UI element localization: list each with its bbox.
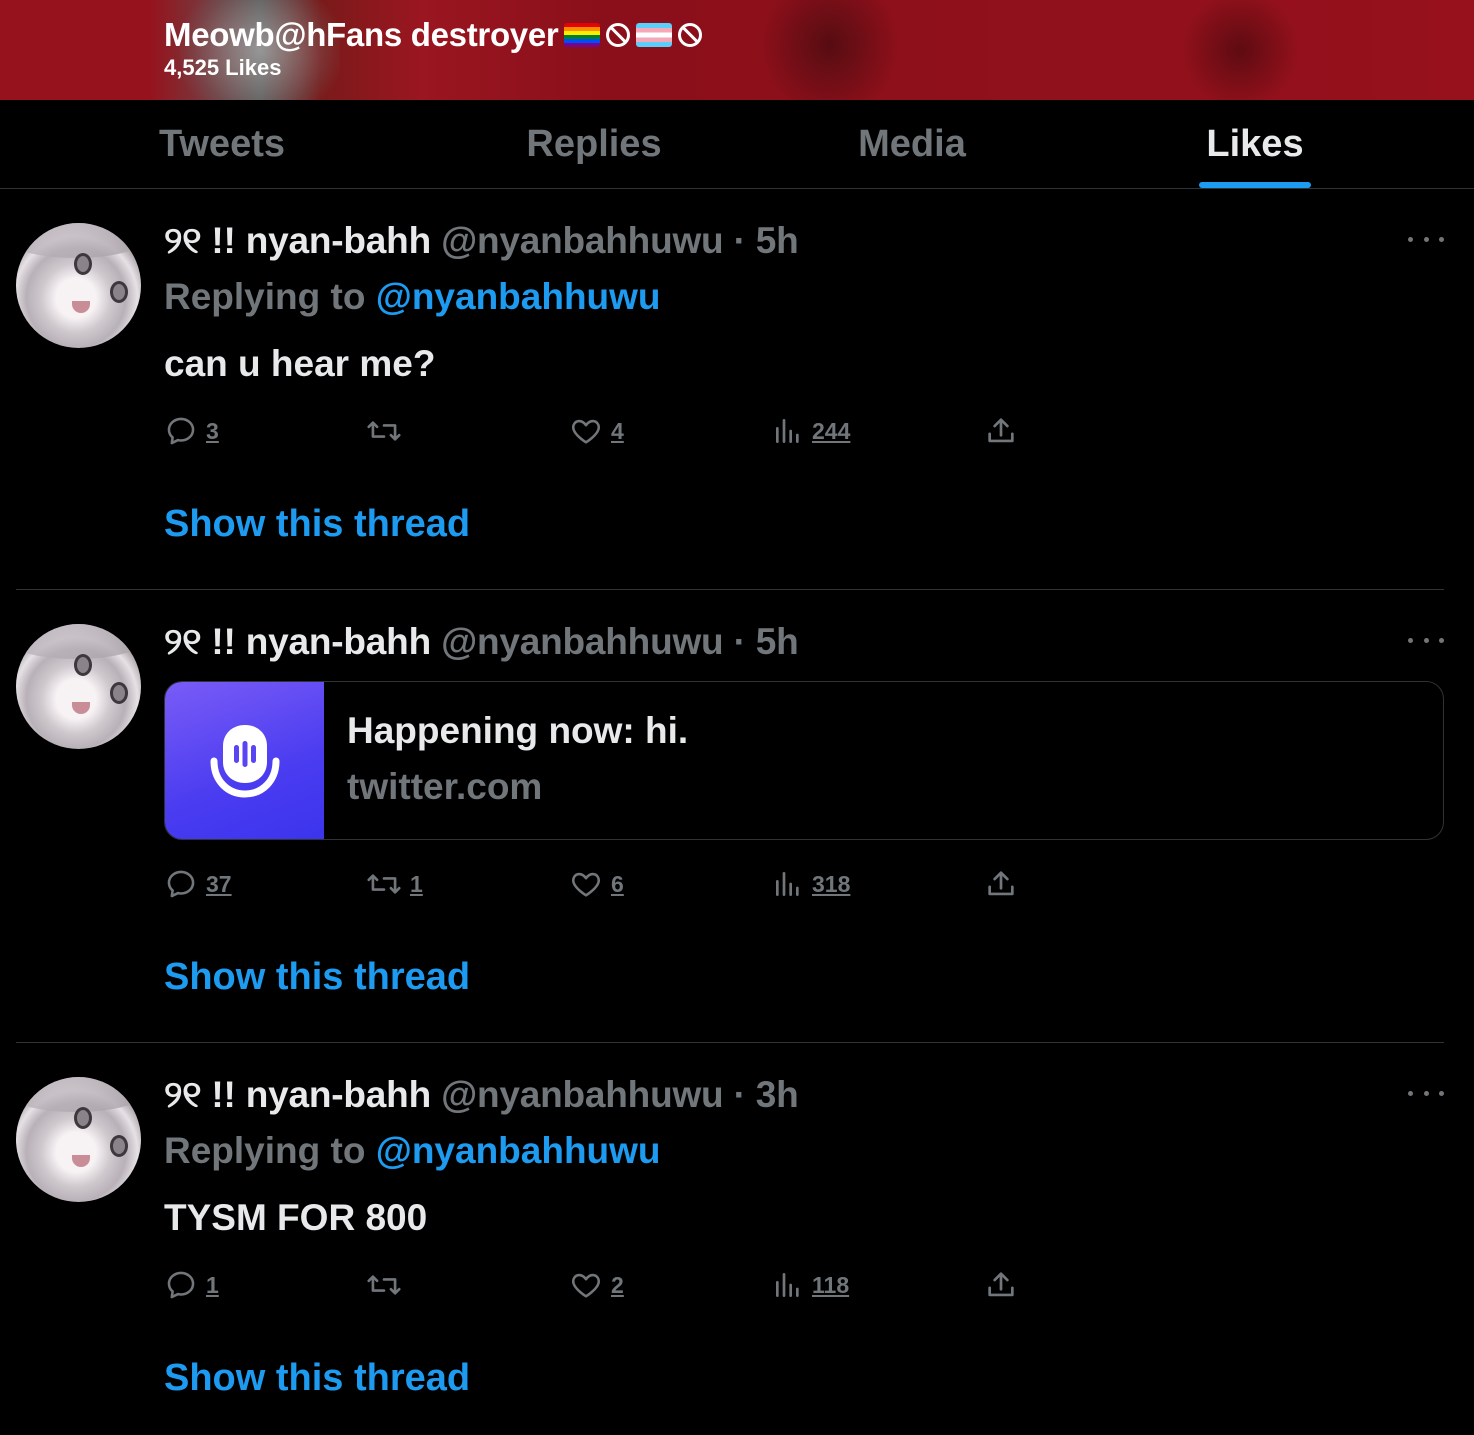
share-icon [988, 418, 1014, 443]
heart-icon [572, 419, 600, 444]
retweet-icon [367, 421, 401, 441]
share-icon [988, 1272, 1014, 1297]
profile-name-text: Meowb@hFans destroyer [164, 16, 559, 53]
views-button[interactable]: 244 [772, 414, 850, 448]
tweet-actions: 3 4 244 [164, 414, 1044, 448]
profile-header: Meowb@hFans destroyer 4,525 Likes [0, 0, 1474, 100]
share-button[interactable] [984, 414, 1018, 448]
user-handle[interactable]: @nyanbahhuwu [441, 1074, 724, 1115]
tweet-text: can u hear me? [164, 343, 436, 384]
reply-count: 1 [206, 1271, 219, 1298]
more-options-icon[interactable] [1408, 234, 1444, 244]
divider [16, 1042, 1444, 1043]
tweet-header: ୨୧ !! nyan-bahh @nyanbahhuwu · 3h [164, 1074, 799, 1117]
divider [16, 589, 1444, 590]
profile-tabs: Tweets Replies Media Likes [0, 100, 1474, 189]
retweet-button[interactable] [366, 1268, 410, 1302]
retweet-button[interactable] [366, 414, 410, 448]
tab-replies[interactable]: Replies [494, 100, 694, 189]
heart-icon [572, 1273, 600, 1298]
like-button[interactable]: 4 [569, 414, 624, 448]
share-icon [988, 871, 1014, 896]
show-thread-link[interactable]: Show this thread [164, 503, 470, 546]
mention-link[interactable]: @nyanbahhuwu [376, 1130, 661, 1171]
card-domain: twitter.com [347, 766, 543, 807]
display-name[interactable]: ୨୧ !! nyan-bahh [164, 220, 431, 261]
reply-icon [167, 1271, 195, 1299]
tweet-actions: 1 2 118 [164, 1268, 1044, 1302]
share-button[interactable] [984, 867, 1018, 901]
tweet-time[interactable]: · 3h [734, 1074, 799, 1115]
tab-media[interactable]: Media [812, 100, 1012, 189]
user-handle[interactable]: @nyanbahhuwu [441, 621, 724, 662]
avatar[interactable] [16, 1077, 141, 1202]
views-count: 118 [812, 1271, 850, 1298]
card-title: Happening now: hi. [347, 710, 689, 751]
tweet-time[interactable]: · 5h [734, 220, 799, 261]
reply-button[interactable]: 37 [164, 867, 232, 901]
reply-button[interactable]: 1 [164, 1268, 219, 1302]
reply-icon [167, 417, 195, 445]
retweet-icon [367, 874, 401, 894]
like-count: 2 [611, 1271, 624, 1298]
tweet[interactable]: ୨୧ !! nyan-bahh @nyanbahhuwu · 3h Replyi… [0, 1044, 1474, 1435]
analytics-icon [776, 1273, 799, 1297]
header-banner-blur [1180, 0, 1300, 100]
views-count: 318 [812, 870, 851, 897]
spaces-microphone-icon [165, 682, 324, 839]
tweet-actions: 37 1 6 318 [164, 867, 1044, 901]
active-tab-indicator [1199, 182, 1311, 188]
show-thread-link[interactable]: Show this thread [164, 956, 470, 999]
rainbow-flag-icon [564, 23, 601, 47]
header-banner-blur [760, 0, 900, 100]
mention-link[interactable]: @nyanbahhuwu [376, 276, 661, 317]
retweet-count: 1 [410, 870, 423, 897]
views-button[interactable]: 118 [772, 1268, 849, 1302]
views-button[interactable]: 318 [772, 867, 850, 901]
share-button[interactable] [984, 1268, 1018, 1302]
prohibited-icon [606, 23, 631, 47]
reply-count: 37 [206, 870, 232, 897]
more-options-icon[interactable] [1408, 1088, 1444, 1098]
replying-to: Replying to @nyanbahhuwu [164, 1130, 661, 1172]
like-button[interactable]: 2 [569, 1268, 624, 1302]
avatar[interactable] [16, 624, 141, 749]
link-card[interactable]: Happening now: hi. twitter.com [164, 681, 1444, 840]
more-options-icon[interactable] [1408, 635, 1444, 645]
analytics-icon [776, 419, 799, 443]
analytics-icon [776, 872, 799, 896]
transgender-flag-icon [636, 23, 673, 47]
reply-button[interactable]: 3 [164, 414, 219, 448]
display-name[interactable]: ୨୧ !! nyan-bahh [164, 621, 431, 662]
user-handle[interactable]: @nyanbahhuwu [441, 220, 724, 261]
tab-tweets[interactable]: Tweets [122, 100, 322, 189]
replying-label: Replying to [164, 1130, 376, 1171]
prohibited-icon [678, 23, 703, 47]
display-name[interactable]: ୨୧ !! nyan-bahh [164, 1074, 431, 1115]
tweet[interactable]: ୨୧ !! nyan-bahh @nyanbahhuwu · 5h Replyi… [0, 190, 1474, 590]
tweet-header: ୨୧ !! nyan-bahh @nyanbahhuwu · 5h [164, 220, 799, 263]
tab-likes[interactable]: Likes [1155, 100, 1355, 189]
reply-icon [167, 870, 195, 898]
tweet-text: TYSM FOR 800 [164, 1197, 428, 1238]
tweet[interactable]: ୨୧ !! nyan-bahh @nyanbahhuwu · 5h Happen… [0, 591, 1474, 1043]
like-count: 6 [611, 870, 624, 897]
views-count: 244 [812, 417, 851, 444]
tweet-time[interactable]: · 5h [734, 621, 799, 662]
tweet-header: ୨୧ !! nyan-bahh @nyanbahhuwu · 5h [164, 621, 799, 664]
likes-count: 4,525 Likes [164, 55, 282, 80]
heart-icon [572, 872, 600, 897]
replying-to: Replying to @nyanbahhuwu [164, 276, 661, 318]
retweet-button[interactable]: 1 [366, 867, 423, 901]
retweet-icon [367, 1275, 401, 1295]
like-count: 4 [611, 417, 624, 444]
profile-name: Meowb@hFans destroyer [164, 16, 703, 54]
reply-count: 3 [206, 417, 219, 444]
show-thread-link[interactable]: Show this thread [164, 1357, 470, 1400]
like-button[interactable]: 6 [569, 867, 624, 901]
replying-label: Replying to [164, 276, 376, 317]
avatar[interactable] [16, 223, 141, 348]
